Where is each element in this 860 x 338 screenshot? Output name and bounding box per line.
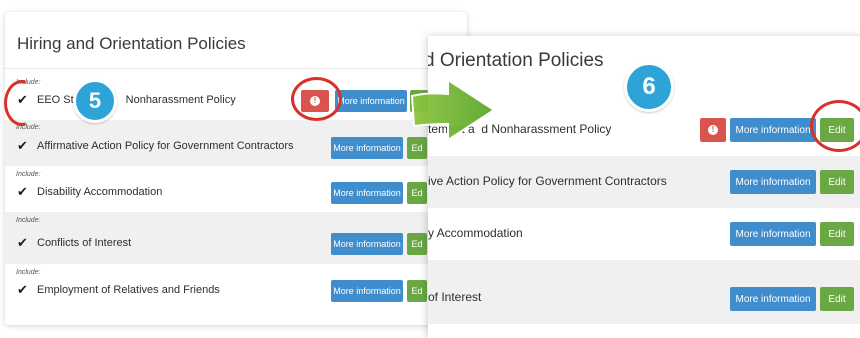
more-information-button[interactable]: More information bbox=[730, 287, 816, 311]
policy-row-disability-zoomed: y Accommodation More information Edit bbox=[428, 208, 860, 260]
edit-button[interactable]: Edit bbox=[820, 170, 854, 194]
policy-row-relatives: Include: ✔ Employment of Relatives and F… bbox=[5, 264, 467, 314]
page-title-zoomed: d Orientation Policies bbox=[428, 50, 604, 71]
checkmark-icon[interactable]: ✔ bbox=[17, 236, 28, 249]
edit-button[interactable]: Ed bbox=[407, 280, 427, 302]
more-information-button[interactable]: More information bbox=[335, 90, 407, 112]
policy-label: Affirmative Action Policy for Government… bbox=[37, 140, 294, 152]
alert-button[interactable]: ! bbox=[301, 90, 329, 112]
edit-button[interactable]: Ed bbox=[407, 182, 427, 204]
more-information-button[interactable]: More information bbox=[730, 118, 816, 142]
policy-label: of Interest bbox=[428, 290, 482, 304]
left-panel: Hiring and Orientation Policies Include:… bbox=[5, 12, 467, 325]
include-label: Include: bbox=[16, 269, 41, 276]
policy-label: ive Action Policy for Government Contrac… bbox=[428, 174, 667, 188]
policy-row-conflicts: Include: ✔ Conflicts of Interest More in… bbox=[5, 212, 467, 264]
more-information-button[interactable]: More information bbox=[730, 170, 816, 194]
include-label: Include: bbox=[16, 79, 41, 86]
include-label: Include: bbox=[16, 171, 41, 178]
edit-button[interactable]: Edit bbox=[820, 287, 854, 311]
more-information-button[interactable]: More information bbox=[331, 280, 403, 302]
edit-button[interactable]: Edit bbox=[820, 118, 854, 142]
policy-row-disability: Include: ✔ Disability Accommodation More… bbox=[5, 166, 467, 212]
divider bbox=[5, 68, 467, 69]
checkmark-icon[interactable]: ✔ bbox=[17, 283, 28, 296]
checkmark-icon[interactable]: ✔ bbox=[17, 139, 28, 152]
page-title: Hiring and Orientation Policies bbox=[17, 34, 246, 53]
include-label: Include: bbox=[16, 124, 41, 131]
arrow-right-icon bbox=[410, 78, 496, 142]
policy-label: EEO Sta Nonharassment Policy bbox=[37, 94, 236, 106]
policy-row-affirmative-action: Include: ✔ Affirmative Action Policy for… bbox=[5, 120, 467, 166]
more-information-button[interactable]: More information bbox=[331, 182, 403, 204]
alert-icon: ! bbox=[708, 125, 718, 135]
policy-row-conflicts-zoomed: of Interest More information Edit bbox=[428, 260, 860, 324]
policy-label: Conflicts of Interest bbox=[37, 237, 132, 249]
alert-button[interactable]: ! bbox=[700, 118, 726, 142]
include-label: Include: bbox=[16, 217, 41, 224]
step-badge-6: 6 bbox=[624, 62, 674, 112]
edit-button[interactable]: Edit bbox=[820, 222, 854, 246]
edit-button[interactable]: Ed bbox=[407, 233, 427, 255]
checkmark-icon[interactable]: ✔ bbox=[17, 93, 28, 106]
more-information-button[interactable]: More information bbox=[331, 233, 403, 255]
policy-label: y Accommodation bbox=[428, 226, 523, 240]
alert-icon: ! bbox=[310, 96, 320, 106]
checkmark-icon[interactable]: ✔ bbox=[17, 185, 28, 198]
policy-label: Disability Accommodation bbox=[37, 186, 163, 198]
policy-label: Employment of Relatives and Friends bbox=[37, 284, 220, 296]
more-information-button[interactable]: More information bbox=[331, 137, 403, 159]
more-information-button[interactable]: More information bbox=[730, 222, 816, 246]
step-badge-5: 5 bbox=[73, 79, 117, 123]
policy-row-affirmative-action-zoomed: ive Action Policy for Government Contrac… bbox=[428, 156, 860, 208]
